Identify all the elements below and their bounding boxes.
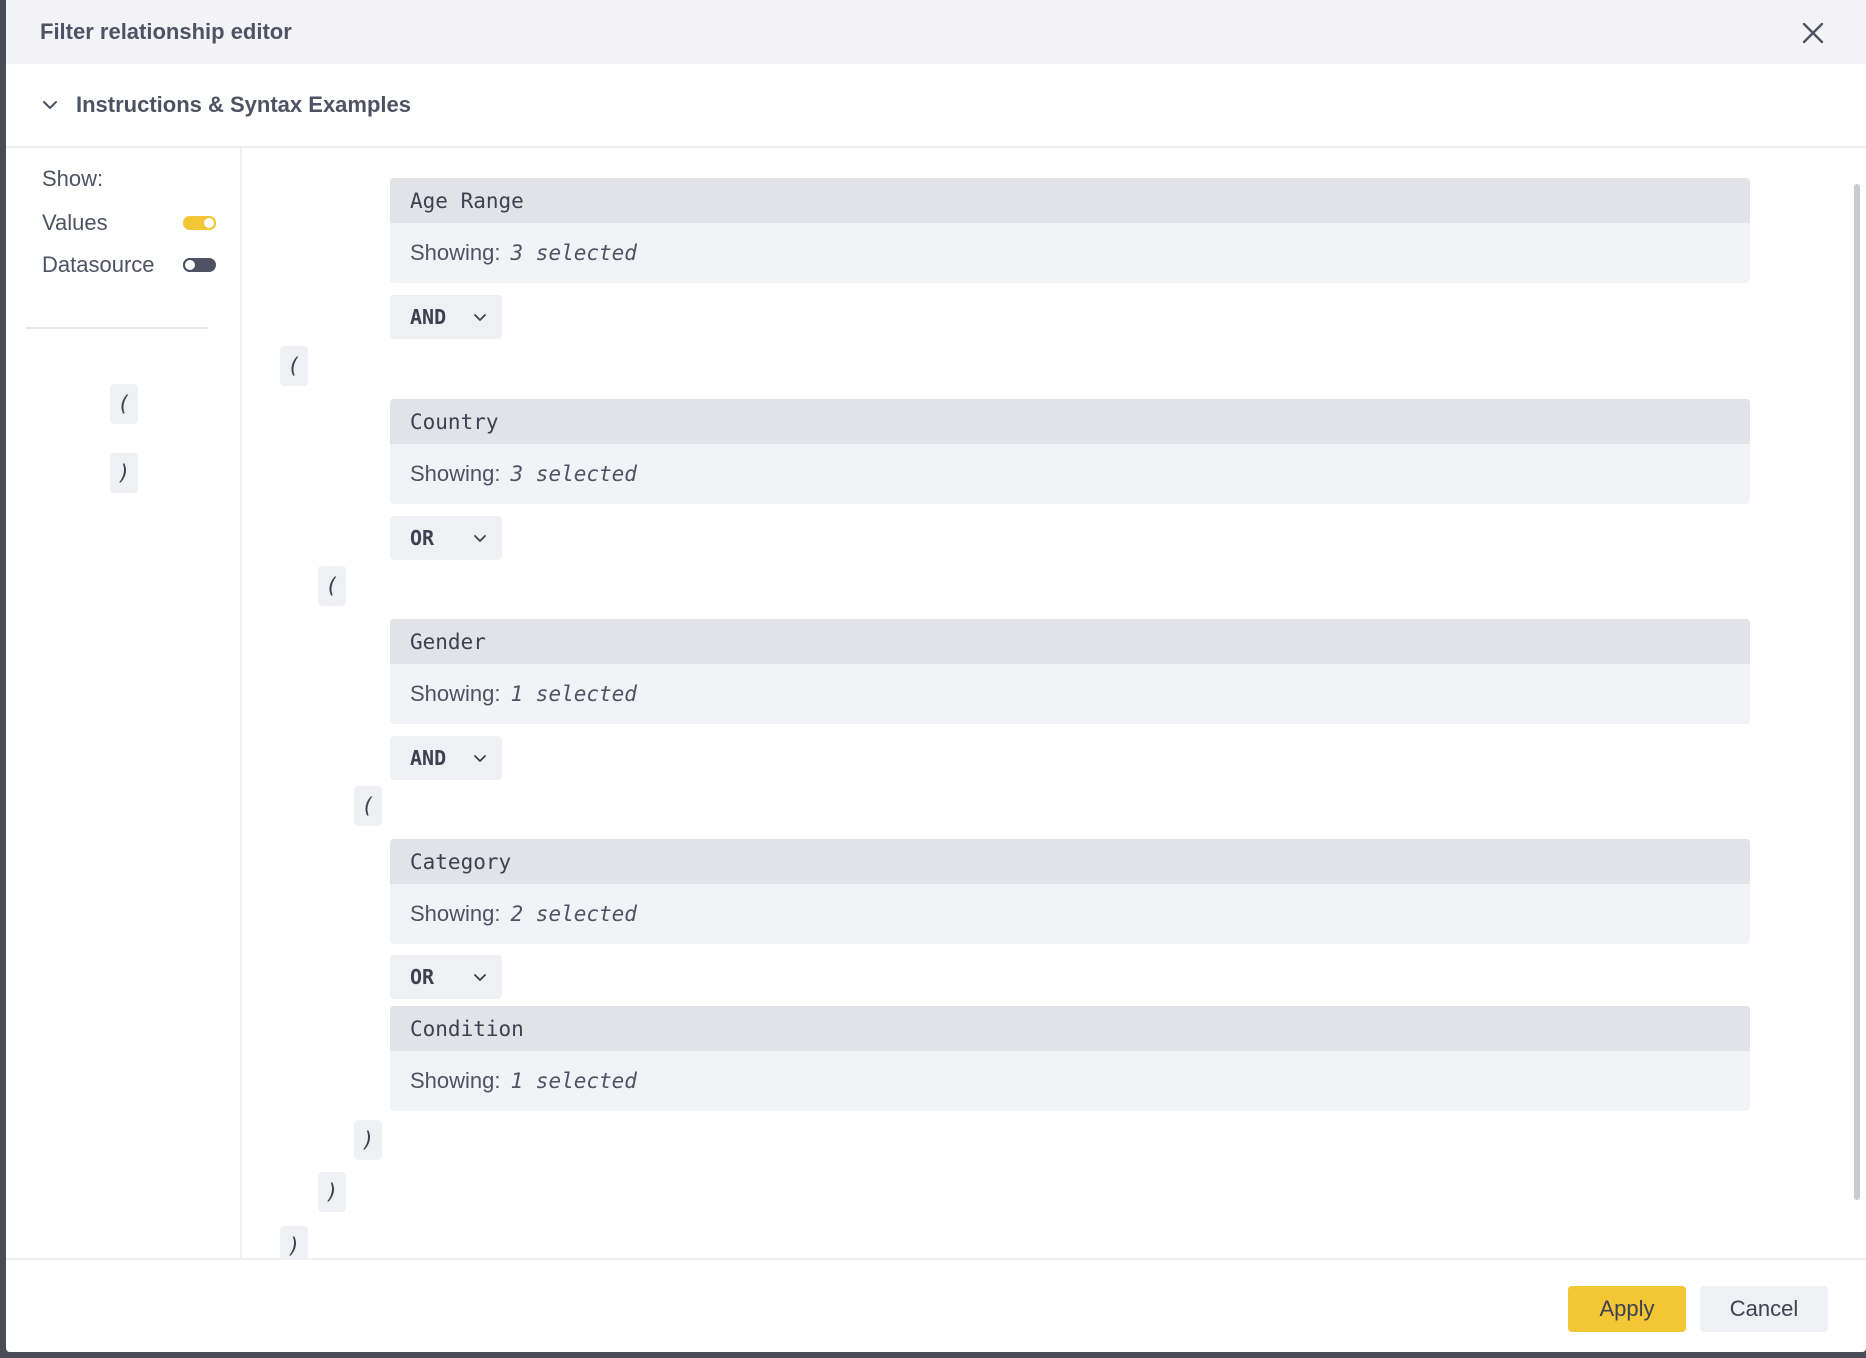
- filter-summary: Showing: 1 selected: [390, 1051, 1750, 1111]
- filter-card-country[interactable]: Country Showing: 3 selected: [390, 399, 1750, 504]
- filter-value: 1 selected: [510, 682, 637, 706]
- operator-label: AND: [410, 305, 447, 329]
- showing-label: Showing:: [410, 901, 501, 926]
- operator-label: OR: [410, 965, 435, 989]
- values-toggle-row: Values: [42, 210, 216, 236]
- show-label: Show:: [42, 166, 104, 191]
- close-paren[interactable]: ): [318, 1172, 346, 1212]
- apply-button[interactable]: Apply: [1568, 1286, 1686, 1332]
- chevron-down-icon: [474, 314, 486, 321]
- sidebar-divider: [26, 327, 208, 329]
- dialog-title: Filter relationship editor: [40, 19, 292, 44]
- filter-value: 3 selected: [510, 462, 637, 486]
- dialog-footer: Apply Cancel: [6, 1258, 1866, 1352]
- filter-summary: Showing: 3 selected: [390, 223, 1750, 283]
- cancel-button[interactable]: Cancel: [1700, 1286, 1828, 1332]
- filter-name: Country: [390, 399, 1750, 444]
- chevron-down-icon: [474, 755, 486, 762]
- filter-summary: Showing: 2 selected: [390, 884, 1750, 944]
- operator-select[interactable]: AND: [390, 736, 502, 780]
- filter-value: 3 selected: [510, 241, 637, 265]
- filter-card-condition[interactable]: Condition Showing: 1 selected: [390, 1006, 1750, 1111]
- datasource-toggle-row: Datasource: [42, 252, 216, 278]
- filter-name: Category: [390, 839, 1750, 884]
- filter-card-age-range[interactable]: Age Range Showing: 3 selected: [390, 178, 1750, 283]
- instructions-toggle[interactable]: Instructions & Syntax Examples: [6, 64, 1866, 148]
- values-toggle-label: Values: [42, 210, 108, 235]
- vertical-scrollbar[interactable]: [1854, 184, 1860, 1200]
- showing-label: Showing:: [410, 461, 501, 486]
- operator-select[interactable]: OR: [390, 516, 502, 560]
- operator-label: AND: [410, 746, 447, 770]
- operator-label: OR: [410, 526, 435, 550]
- chevron-down-icon: [43, 101, 57, 109]
- showing-label: Showing:: [410, 681, 501, 706]
- showing-label: Showing:: [410, 240, 501, 265]
- datasource-toggle[interactable]: [183, 258, 216, 272]
- dialog-header: Filter relationship editor: [6, 0, 1866, 64]
- filter-name: Condition: [390, 1006, 1750, 1051]
- draggable-open-paren[interactable]: (: [110, 384, 138, 424]
- filter-name: Age Range: [390, 178, 1750, 223]
- close-paren[interactable]: ): [280, 1226, 308, 1258]
- open-paren[interactable]: (: [280, 346, 308, 386]
- chevron-down-icon: [474, 535, 486, 542]
- open-paren[interactable]: (: [318, 566, 346, 606]
- draggable-close-paren[interactable]: ): [110, 453, 138, 493]
- instructions-label: Instructions & Syntax Examples: [76, 92, 411, 117]
- operator-select[interactable]: OR: [390, 955, 502, 999]
- expression-editor: Age Range Showing: 3 selected AND ( Coun…: [242, 148, 1866, 1258]
- filter-summary: Showing: 1 selected: [390, 664, 1750, 724]
- datasource-toggle-label: Datasource: [42, 252, 155, 277]
- filter-value: 2 selected: [510, 902, 637, 926]
- filter-relationship-dialog: Filter relationship editor Instructions …: [6, 0, 1866, 1352]
- showing-label: Showing:: [410, 1068, 501, 1093]
- filter-name: Gender: [390, 619, 1750, 664]
- close-icon[interactable]: [1800, 20, 1826, 46]
- operator-select[interactable]: AND: [390, 295, 502, 339]
- open-paren[interactable]: (: [354, 786, 382, 826]
- filter-card-category[interactable]: Category Showing: 2 selected: [390, 839, 1750, 944]
- close-paren[interactable]: ): [354, 1120, 382, 1160]
- values-toggle[interactable]: [183, 216, 216, 230]
- filter-summary: Showing: 3 selected: [390, 444, 1750, 504]
- chevron-down-icon: [474, 974, 486, 981]
- filter-value: 1 selected: [510, 1069, 637, 1093]
- filter-card-gender[interactable]: Gender Showing: 1 selected: [390, 619, 1750, 724]
- sidebar: Show: Values Datasource ( ): [6, 148, 242, 1258]
